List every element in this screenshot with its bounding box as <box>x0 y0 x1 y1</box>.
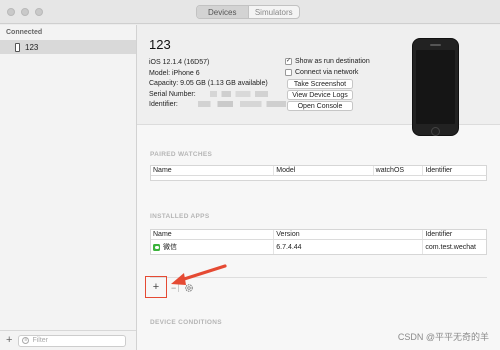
app-version: 6.7.4.44 <box>274 240 424 254</box>
identifier-row: Identifier: <box>149 100 286 111</box>
column-header-model[interactable]: Model <box>274 166 374 175</box>
installed-apps-header: Name Version Identifier <box>151 230 486 240</box>
app-identifier: com.test.wechat <box>425 243 476 251</box>
show-run-destination-label: Show as run destination <box>295 58 370 65</box>
filter-placeholder: Filter <box>32 337 48 344</box>
sidebar-footer: + ≡ Filter <box>0 330 136 350</box>
phone-screen <box>416 50 455 124</box>
red-arrow-annotation <box>171 264 227 285</box>
device-capacity: Capacity: 9.05 GB (1.13 GB available) <box>149 80 268 87</box>
add-app-button[interactable]: + <box>145 276 167 298</box>
paired-watches-table: Name Model watchOS Identifier <box>150 165 487 181</box>
watermark: CSDN @平平无奇的羊 <box>397 332 489 342</box>
phone-speaker <box>430 44 441 46</box>
app-name-cell: 微信 <box>151 240 275 254</box>
paired-watches-header: Name Model watchOS Identifier <box>151 166 486 176</box>
app-name: 微信 <box>163 244 177 251</box>
column-header-version[interactable]: Version <box>274 230 424 239</box>
title-bar: Devices Simulators <box>0 0 500 24</box>
iphone-icon <box>15 42 20 52</box>
devices-simulators-segmented-control: Devices Simulators <box>196 5 300 19</box>
take-screenshot-button[interactable]: Take Screenshot <box>287 79 353 89</box>
device-info: iOS 12.1.4 (16D57) Model: iPhone 6 Capac… <box>149 58 286 111</box>
connect-network-option[interactable]: Connect via network <box>285 67 370 78</box>
column-header-watchos[interactable]: watchOS <box>374 166 424 175</box>
redacted-identifier <box>197 101 286 108</box>
installed-apps-table: Name Version Identifier 微信 6.7.4.44 com.… <box>150 229 487 255</box>
column-header-name[interactable]: Name <box>151 230 275 239</box>
window-controls <box>7 8 43 16</box>
paired-watches-title: PAIRED WATCHES <box>150 151 213 158</box>
show-run-destination-checkbox[interactable]: ✓ <box>285 58 292 65</box>
device-name: 123 <box>149 37 171 52</box>
installed-apps-title: INSTALLED APPS <box>150 213 210 220</box>
redacted-serial <box>209 90 268 97</box>
connect-network-checkbox[interactable] <box>285 69 292 76</box>
ios-version: iOS 12.1.4 (16D57) <box>149 59 210 66</box>
wechat-icon <box>153 243 160 251</box>
column-header-identifier[interactable]: Identifier <box>423 166 486 175</box>
serial-number-label: Serial Number: <box>149 90 196 98</box>
open-console-button[interactable]: Open Console <box>287 101 353 111</box>
device-options: ✓ Show as run destination Connect via ne… <box>285 56 370 111</box>
close-window-icon[interactable] <box>7 8 15 16</box>
filter-input[interactable]: ≡ Filter <box>18 334 127 347</box>
device-model: Model: iPhone 6 <box>149 69 200 77</box>
phone-home-button <box>431 127 440 136</box>
serial-number-row: Serial Number: <box>149 90 286 101</box>
column-header-name[interactable]: Name <box>151 166 275 175</box>
column-header-identifier[interactable]: Identifier <box>423 230 486 239</box>
view-device-logs-button[interactable]: View Device Logs <box>287 90 353 100</box>
minimize-window-icon[interactable] <box>21 8 29 16</box>
sidebar: Connected 123 + ≡ Filter <box>0 25 137 350</box>
connect-network-label: Connect via network <box>295 69 359 76</box>
identifier-label: Identifier: <box>149 101 178 108</box>
tab-simulators[interactable]: Simulators <box>249 6 300 18</box>
device-conditions-title: DEVICE CONDITIONS <box>150 319 222 326</box>
sidebar-item-label: 123 <box>25 42 39 52</box>
tab-devices[interactable]: Devices <box>197 6 248 18</box>
zoom-window-icon[interactable] <box>35 8 43 16</box>
device-detail-panel: 123 iOS 12.1.4 (16D57) Model: iPhone 6 C… <box>137 25 500 350</box>
iphone-image <box>412 38 459 136</box>
add-device-button[interactable]: + <box>6 335 12 346</box>
show-run-destination-option[interactable]: ✓ Show as run destination <box>285 56 370 67</box>
sidebar-header-connected: Connected <box>6 29 43 36</box>
table-row[interactable]: 微信 6.7.4.44 com.test.wechat <box>151 240 486 254</box>
filter-icon: ≡ <box>22 337 30 344</box>
sidebar-item-device[interactable]: 123 <box>0 40 136 54</box>
